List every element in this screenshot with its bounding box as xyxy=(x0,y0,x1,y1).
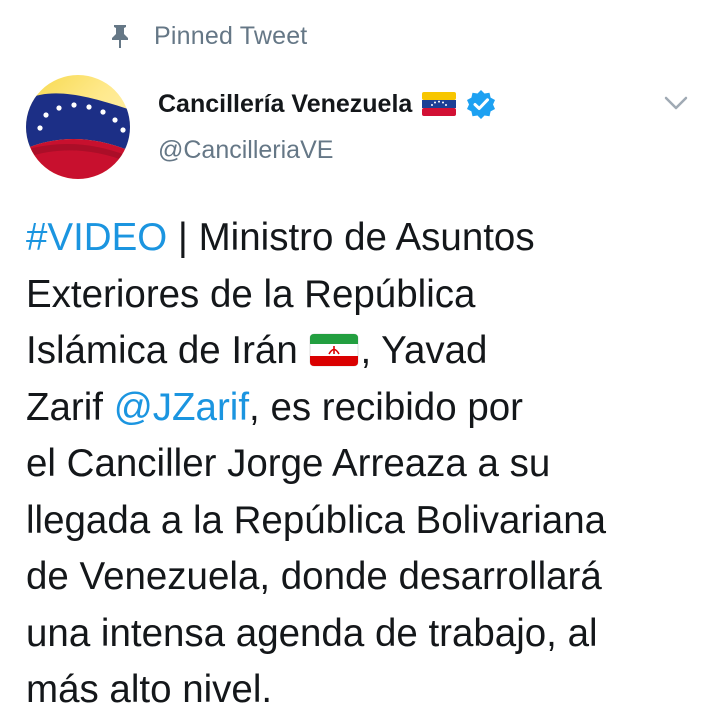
tweet-line-7: de Venezuela, donde desarrollará xyxy=(26,555,602,598)
chevron-down-icon[interactable] xyxy=(662,92,690,114)
tweet-line-8: una intensa agenda de trabajo, al xyxy=(26,611,598,655)
pinned-label: Pinned Tweet xyxy=(154,21,308,50)
iran-flag-icon xyxy=(310,333,359,367)
tweet-text-segment: , es recibido por xyxy=(249,385,523,429)
tweet-text-segment: Zarif xyxy=(26,385,114,429)
author-name-row[interactable]: Cancillería Venezuela xyxy=(158,86,496,122)
tweet-text: #VIDEO | Ministro de Asuntos Exteriores … xyxy=(26,210,706,711)
tweet-text-segment: | Ministro de Asuntos xyxy=(167,216,535,259)
pin-icon xyxy=(112,25,128,48)
tweet-line-5: el Canciller Jorge Arreaza a su xyxy=(26,442,551,485)
tweet-text-segment: , Yavad xyxy=(360,329,488,372)
pinned-header: Pinned Tweet xyxy=(108,18,307,54)
tweet-line-3: Islámica de Irán , Yavad xyxy=(26,323,706,380)
avatar[interactable] xyxy=(26,75,130,179)
tweet-line-2: Exteriores de la República xyxy=(26,272,476,316)
verified-badge-icon xyxy=(467,90,496,119)
venezuela-flag-icon xyxy=(422,92,457,116)
author-display-name[interactable]: Cancillería Venezuela xyxy=(158,90,412,119)
mention-link[interactable]: @JZarif xyxy=(114,386,249,429)
tweet-text-segment: Islámica de Irán xyxy=(26,329,309,372)
tweet-card[interactable]: Pinned Tweet Cancillería Venezuela @Canc… xyxy=(0,0,720,711)
tweet-line-6: llegada a la República Bolivariana xyxy=(26,498,607,542)
tweet-line-9: más alto nivel. xyxy=(26,668,273,711)
avatar-image xyxy=(26,75,130,179)
tweet-line-4: Zarif @JZarif, es recibido por xyxy=(26,380,706,437)
hashtag-link[interactable]: #VIDEO xyxy=(26,216,167,259)
tweet-line-1: #VIDEO | Ministro de Asuntos xyxy=(26,210,706,267)
author-handle[interactable]: @CancilleriaVE xyxy=(158,136,333,165)
